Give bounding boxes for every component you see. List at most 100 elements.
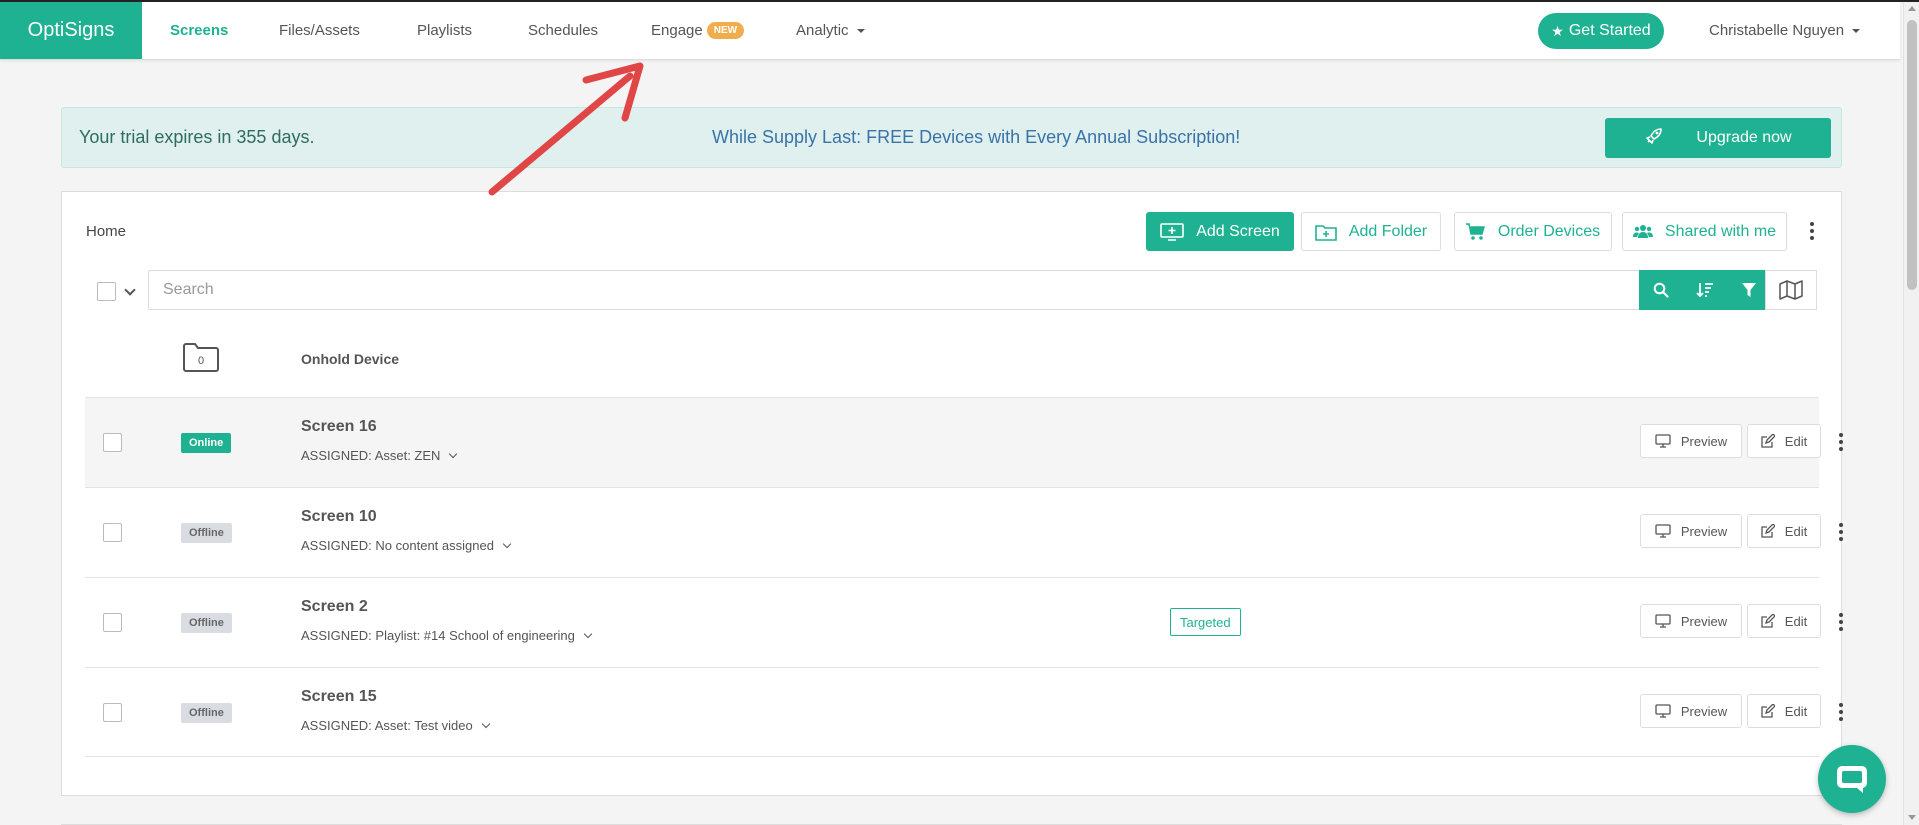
get-started-button[interactable]: ★ Get Started xyxy=(1538,13,1664,49)
trial-expiry-text: Your trial expires in 355 days. xyxy=(79,127,315,147)
edit-label: Edit xyxy=(1784,703,1808,719)
row-more-icon[interactable] xyxy=(1834,702,1848,722)
new-badge: NEW xyxy=(706,22,745,39)
caret-down-icon xyxy=(856,28,865,33)
chevron-down-icon xyxy=(481,719,490,728)
search-box xyxy=(148,270,1643,310)
edit-label: Edit xyxy=(1784,523,1808,539)
rocket-icon xyxy=(1644,126,1664,151)
preview-button[interactable]: Preview xyxy=(1640,424,1742,458)
edit-label: Edit xyxy=(1784,433,1808,449)
select-all-checkbox[interactable] xyxy=(97,282,116,301)
assigned-content[interactable]: ASSIGNED: Asset: ZEN xyxy=(301,448,458,463)
edit-icon xyxy=(1761,704,1775,718)
row-more-icon[interactable] xyxy=(1834,522,1848,542)
trial-banner: Your trial expires in 355 days. While Su… xyxy=(61,107,1842,168)
search-icon xyxy=(1653,282,1669,298)
page-scrollbar[interactable] xyxy=(1903,2,1919,825)
more-options-icon[interactable] xyxy=(1805,221,1819,241)
status-badge: Offline xyxy=(181,703,232,723)
screens-panel: Home Add Screen Add Folder Order Devices… xyxy=(61,191,1843,796)
status-badge: Offline xyxy=(181,523,232,543)
star-icon: ★ xyxy=(1551,22,1564,39)
preview-button[interactable]: Preview xyxy=(1640,694,1742,728)
chevron-down-icon xyxy=(449,449,458,458)
screen-row[interactable]: Online Screen 16 ASSIGNED: Asset: ZEN Pr… xyxy=(85,397,1843,487)
user-menu[interactable]: Christabelle Nguyen xyxy=(1709,2,1861,59)
screen-name[interactable]: Screen 10 xyxy=(301,508,377,526)
screen-row[interactable]: Offline Screen 15 ASSIGNED: Asset: Test … xyxy=(85,667,1843,757)
promo-link[interactable]: While Supply Last: FREE Devices with Eve… xyxy=(712,108,1240,167)
nav-files-assets[interactable]: Files/Assets xyxy=(279,2,360,59)
search-input[interactable] xyxy=(149,271,1642,309)
order-devices-label: Order Devices xyxy=(1497,222,1601,240)
assigned-label: ASSIGNED: Asset: Test video xyxy=(301,718,473,733)
search-button[interactable] xyxy=(1639,270,1683,310)
row-more-icon[interactable] xyxy=(1834,612,1848,632)
nav-engage[interactable]: Engage NEW xyxy=(651,2,745,59)
app-logo[interactable]: OptiSigns xyxy=(0,2,142,59)
targeted-tag: Targeted xyxy=(1170,608,1241,636)
chat-bubble-icon xyxy=(1837,766,1867,793)
folder-plus-icon xyxy=(1315,223,1337,241)
edit-button[interactable]: Edit xyxy=(1747,424,1821,458)
screen-row[interactable]: Offline Screen 10 ASSIGNED: No content a… xyxy=(85,487,1843,577)
map-icon xyxy=(1779,280,1803,300)
upgrade-now-button[interactable]: Upgrade now xyxy=(1605,118,1831,158)
nav-playlists[interactable]: Playlists xyxy=(417,2,472,59)
breadcrumb-home[interactable]: Home xyxy=(86,223,126,240)
filter-icon xyxy=(1742,283,1756,297)
scroll-up-arrow-icon[interactable] xyxy=(1908,6,1916,11)
chevron-down-icon xyxy=(583,629,593,638)
add-screen-label: Add Screen xyxy=(1196,222,1280,240)
preview-button[interactable]: Preview xyxy=(1640,604,1742,638)
scroll-thumb[interactable] xyxy=(1907,20,1917,290)
onhold-folder[interactable]: 0 xyxy=(182,341,220,378)
nav-schedules[interactable]: Schedules xyxy=(528,2,598,59)
assigned-label: ASSIGNED: Playlist: #14 School of engine… xyxy=(301,628,575,643)
add-screen-button[interactable]: Add Screen xyxy=(1146,212,1294,251)
status-badge: Offline xyxy=(181,613,232,633)
order-devices-button[interactable]: Order Devices xyxy=(1454,212,1612,251)
assigned-content[interactable]: ASSIGNED: No content assigned xyxy=(301,538,512,553)
get-started-label: Get Started xyxy=(1568,22,1651,39)
screen-name[interactable]: Screen 15 xyxy=(301,688,377,706)
users-icon xyxy=(1632,224,1653,240)
folder-count: 0 xyxy=(197,355,205,367)
assigned-content[interactable]: ASSIGNED: Asset: Test video xyxy=(301,718,490,733)
chat-launcher-button[interactable] xyxy=(1818,745,1886,813)
preview-label: Preview xyxy=(1680,613,1728,629)
nav-analytic[interactable]: Analytic xyxy=(796,2,865,59)
scroll-down-arrow-icon[interactable] xyxy=(1908,815,1916,820)
screen-name[interactable]: Screen 16 xyxy=(301,418,377,436)
add-folder-label: Add Folder xyxy=(1348,222,1428,240)
screen-name[interactable]: Screen 2 xyxy=(301,598,368,616)
chevron-down-icon[interactable] xyxy=(124,284,136,296)
edit-button[interactable]: Edit xyxy=(1747,694,1821,728)
sort-button[interactable] xyxy=(1683,270,1727,310)
row-checkbox[interactable] xyxy=(103,613,122,632)
preview-button[interactable]: Preview xyxy=(1640,514,1742,548)
row-checkbox[interactable] xyxy=(103,523,122,542)
nav-screens[interactable]: Screens xyxy=(170,2,228,59)
shared-with-me-button[interactable]: Shared with me xyxy=(1622,212,1787,251)
edit-button[interactable]: Edit xyxy=(1747,604,1821,638)
edit-icon xyxy=(1761,524,1775,538)
screen-row[interactable]: Offline Screen 2 ASSIGNED: Playlist: #14… xyxy=(85,577,1843,667)
edit-label: Edit xyxy=(1784,613,1808,629)
map-view-button[interactable] xyxy=(1765,270,1817,310)
chevron-down-icon xyxy=(502,539,512,548)
row-more-icon[interactable] xyxy=(1834,432,1848,452)
caret-down-icon xyxy=(1852,28,1861,33)
edit-button[interactable]: Edit xyxy=(1747,514,1821,548)
assigned-content[interactable]: ASSIGNED: Playlist: #14 School of engine… xyxy=(301,628,593,643)
nav-engage-label: Engage xyxy=(651,22,703,39)
monitor-icon xyxy=(1655,524,1671,538)
edit-icon xyxy=(1761,614,1775,628)
preview-label: Preview xyxy=(1680,703,1728,719)
row-checkbox[interactable] xyxy=(103,703,122,722)
folder-name[interactable]: Onhold Device xyxy=(301,351,399,367)
user-name: Christabelle Nguyen xyxy=(1709,22,1845,39)
add-folder-button[interactable]: Add Folder xyxy=(1301,212,1441,251)
row-checkbox[interactable] xyxy=(103,433,122,452)
